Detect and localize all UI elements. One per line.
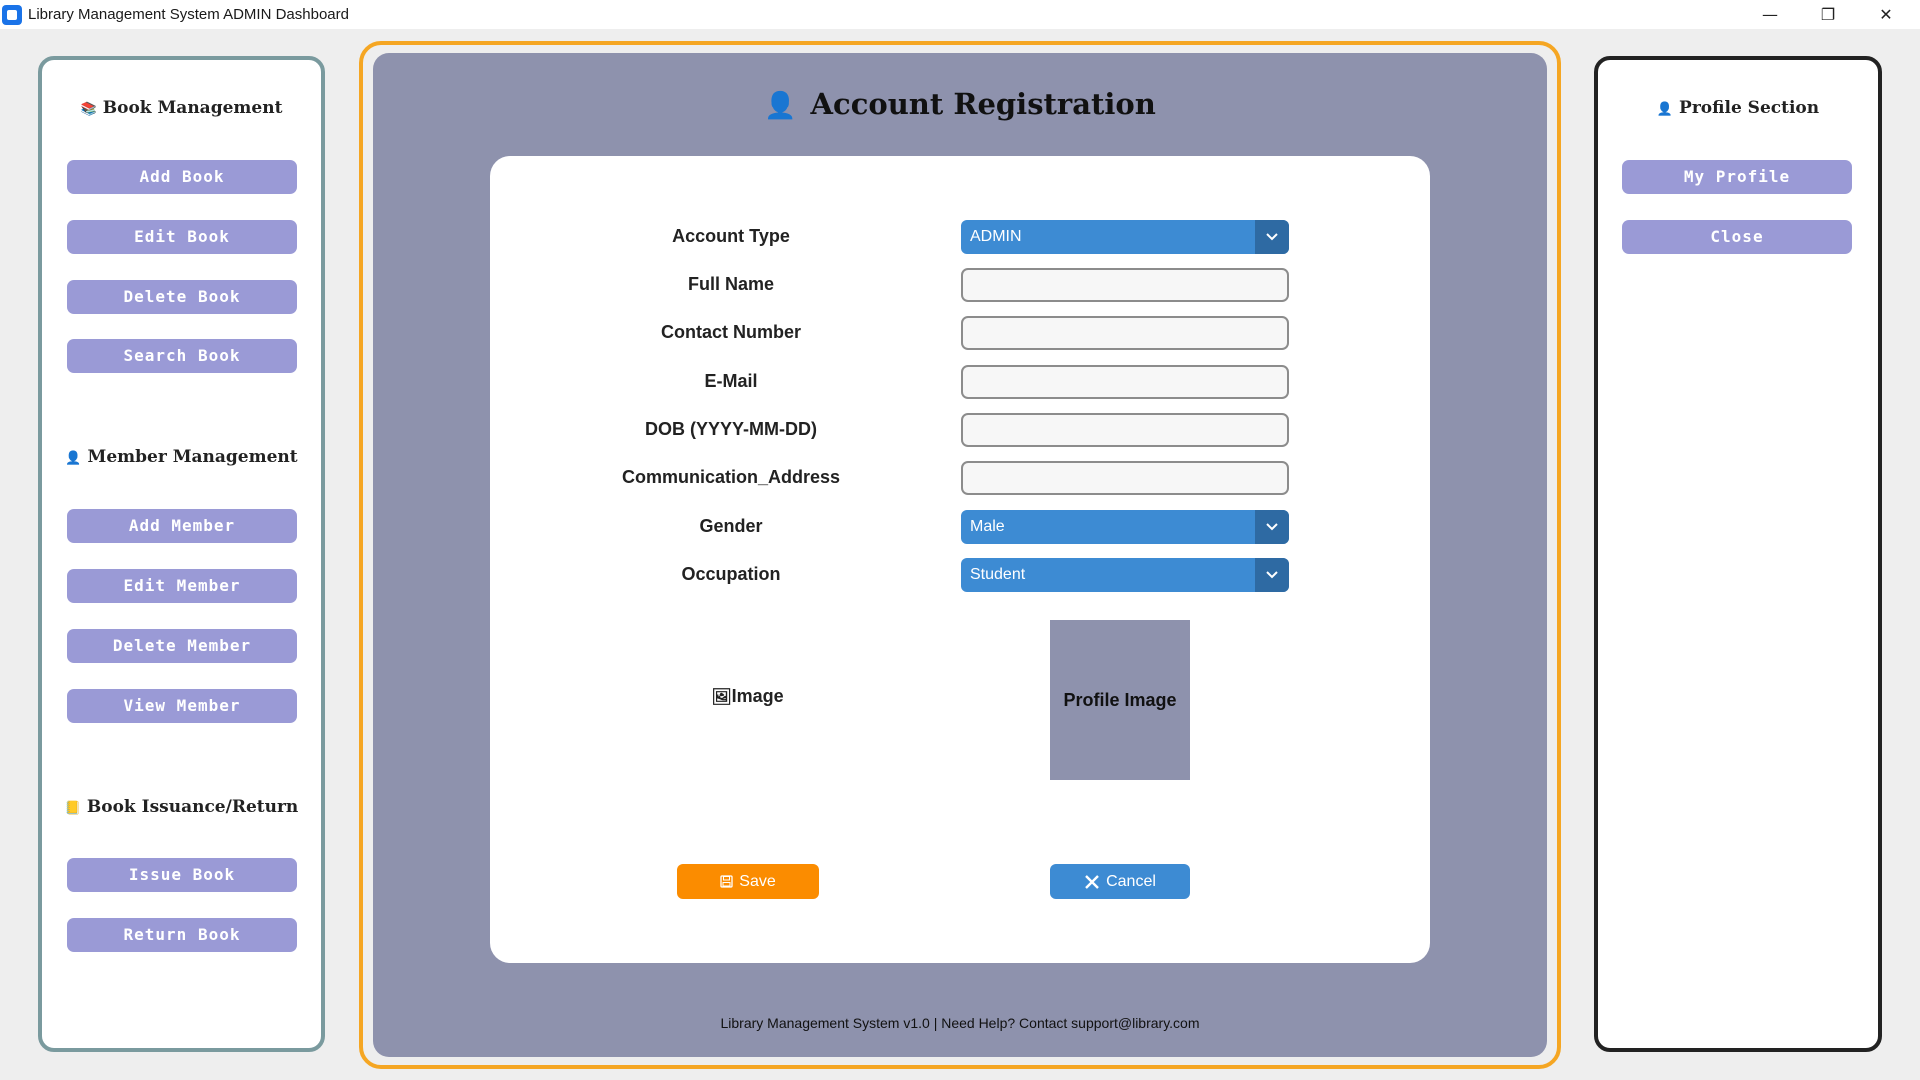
close-window-button[interactable]: ✕ [1857, 0, 1915, 29]
close-button[interactable]: Close [1622, 220, 1852, 254]
book-issuance-heading: 📒 Book Issuance/Return [64, 797, 299, 817]
account-type-label: Account Type [672, 226, 790, 246]
chevron-down-icon[interactable] [1255, 558, 1289, 592]
floppy-disk-icon [720, 875, 733, 888]
footer-text: Library Management System v1.0 | Need He… [720, 1015, 1200, 1031]
account-type-select[interactable]: ADMIN [961, 220, 1289, 254]
picture-icon: 🖼 [711, 687, 732, 706]
email-label: E-Mail [704, 371, 758, 391]
gender-select[interactable]: Male [961, 510, 1289, 544]
add-book-button[interactable]: Add Book [67, 160, 297, 194]
profile-image-placeholder[interactable]: Profile Image [1050, 620, 1190, 780]
occupation-value: Student [970, 566, 1026, 583]
address-input[interactable] [961, 461, 1289, 495]
return-book-button[interactable]: Return Book [67, 918, 297, 952]
person-icon: 👤 [1656, 102, 1674, 117]
full-name-label: Full Name [687, 274, 775, 294]
add-member-button[interactable]: Add Member [67, 509, 297, 543]
minimize-icon: — [1762, 5, 1778, 24]
page-title: 👤 Account Registration [764, 87, 1156, 121]
email-input[interactable] [961, 365, 1289, 399]
minimize-button[interactable]: — [1741, 0, 1799, 29]
address-label: Communication_Address [621, 467, 841, 487]
close-icon [1084, 874, 1100, 890]
contact-number-input[interactable] [961, 316, 1289, 350]
cancel-button[interactable]: Cancel [1050, 864, 1190, 899]
books-icon: 📚 [80, 102, 97, 117]
occupation-select[interactable]: Student [961, 558, 1289, 592]
image-label: 🖼Image [711, 686, 784, 706]
delete-book-button[interactable]: Delete Book [67, 280, 297, 314]
person-icon: 👤 [65, 451, 82, 466]
gender-label: Gender [699, 516, 763, 536]
restore-icon: ❐ [1820, 5, 1836, 24]
chevron-down-icon[interactable] [1255, 510, 1289, 544]
ledger-icon: 📒 [64, 801, 81, 816]
chevron-down-icon[interactable] [1255, 220, 1289, 254]
my-profile-button[interactable]: My Profile [1622, 160, 1852, 194]
main-frame: 👤 Account Registration Account Type ADMIN… [359, 41, 1561, 1069]
save-button[interactable]: Save [677, 864, 819, 899]
dob-input[interactable] [961, 413, 1289, 447]
member-management-heading: 👤 Member Management [65, 447, 298, 467]
person-icon: 👤 [764, 91, 797, 121]
right-sidebar: 👤 Profile Section My Profile Close [1594, 56, 1882, 1052]
issue-book-button[interactable]: Issue Book [67, 858, 297, 892]
registration-form: Account Type ADMIN Full Name Contact Num… [490, 156, 1430, 963]
close-icon: ✕ [1879, 5, 1893, 24]
contact-number-label: Contact Number [660, 322, 801, 342]
edit-member-button[interactable]: Edit Member [67, 569, 297, 603]
full-name-input[interactable] [961, 268, 1289, 302]
dob-label: DOB (YYYY-MM-DD) [645, 419, 817, 439]
edit-book-button[interactable]: Edit Book [67, 220, 297, 254]
left-sidebar: 📚 Book Management Add Book Edit Book Dele… [38, 56, 325, 1052]
title-bar: Library Management System ADMIN Dashboar… [0, 0, 1920, 29]
profile-section-heading: 👤 Profile Section [1656, 98, 1820, 118]
restore-button[interactable]: ❐ [1799, 0, 1857, 29]
delete-member-button[interactable]: Delete Member [67, 629, 297, 663]
account-type-value: ADMIN [970, 228, 1022, 245]
view-member-button[interactable]: View Member [67, 689, 297, 723]
book-management-heading: 📚 Book Management [80, 98, 283, 118]
gender-value: Male [970, 518, 1005, 535]
occupation-label: Occupation [681, 564, 781, 584]
app-icon [2, 4, 22, 25]
main-content: 👤 Account Registration Account Type ADMIN… [373, 53, 1547, 1057]
search-book-button[interactable]: Search Book [67, 339, 297, 373]
window-title: Library Management System ADMIN Dashboar… [28, 6, 349, 23]
